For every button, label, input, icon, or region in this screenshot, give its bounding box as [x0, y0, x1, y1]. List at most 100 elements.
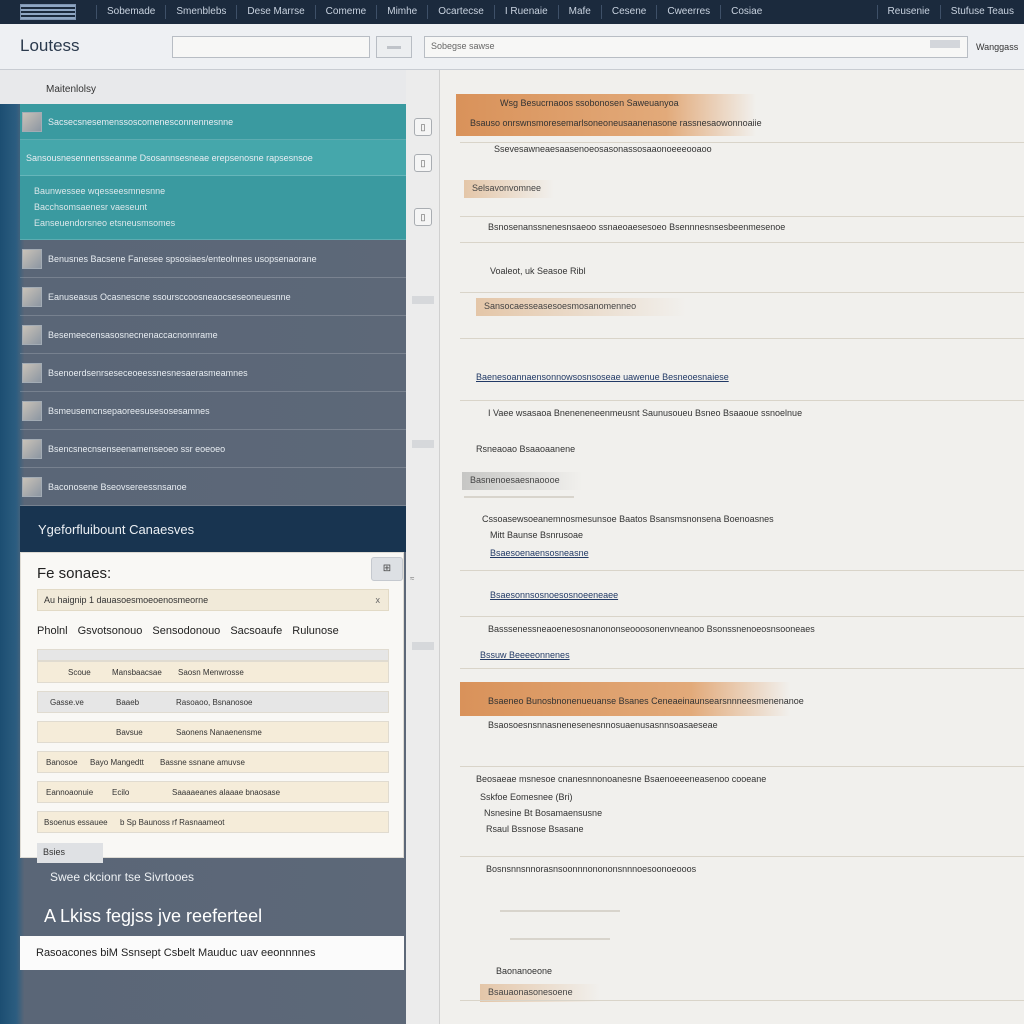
- tag-chip[interactable]: Sansocaesseasesoesmosanomenneo: [476, 298, 686, 316]
- table-cell: Bsoenus essauee: [44, 817, 108, 827]
- divider: [460, 856, 1024, 857]
- content-text: Bosnsnnsnnorasnsoonnnonononsnnnoesoonoeo…: [486, 864, 697, 874]
- table-cell: Rasoaoo, Bsnanosoe: [176, 697, 253, 707]
- list-item[interactable]: Sansousnesennensseanme Dsosannsesneae er…: [20, 140, 406, 176]
- app-logo[interactable]: [20, 4, 76, 20]
- item-thumbnail: [22, 286, 42, 307]
- item-thumbnail: [22, 111, 42, 132]
- search-input[interactable]: [172, 36, 370, 58]
- table-row-spacer: [37, 649, 389, 661]
- info-bar-text: Rasoacones biM Ssnsept Csbelt Mauduc uav…: [36, 947, 316, 959]
- divider: [460, 668, 1024, 669]
- list-item[interactable]: Bsenoerdsenrseseceoeessnesnesaerasmeamne…: [20, 354, 406, 392]
- main-search-placeholder: Sobegse sawse: [431, 41, 495, 51]
- nav-item[interactable]: Ocartecse: [427, 5, 494, 19]
- column-header[interactable]: Gsvotsonouo: [78, 625, 143, 637]
- nav-item[interactable]: Dese Marrse: [236, 5, 314, 19]
- main-search-field[interactable]: Sobegse sawse: [424, 36, 968, 58]
- nav-item-right[interactable]: Stufuse Teaus: [939, 5, 1024, 19]
- table-row[interactable]: Gasse.ve Baaeb Rasoaoo, Bsnanosoe: [37, 691, 389, 713]
- tag-chip[interactable]: Basnenoesaesnaoooe: [462, 472, 582, 490]
- nav-item[interactable]: Comeme: [314, 5, 377, 19]
- section-label: Swee ckcionr tse Sivrtooes: [50, 870, 195, 884]
- divider: [460, 1000, 1024, 1001]
- item-thumbnail: [22, 400, 42, 421]
- sidebar-heading: Maitenlolsy: [46, 84, 97, 95]
- table-cell: b Sp Baunoss rf Rasnaameot: [120, 817, 225, 827]
- content-link[interactable]: Baenesoannaensonnowsosnsoseae uawenue Be…: [476, 372, 729, 382]
- divider-mark: [412, 642, 434, 650]
- list-item[interactable]: Baunwessee wqesseesmnesnne Bacchsomsaene…: [20, 176, 406, 240]
- content-text: Ssevesawneaesaasenoeosasonassosaaonoeeeo…: [494, 144, 712, 154]
- list-item-label: Sacsecsnesemenssoscomenesconnennesnne: [48, 116, 234, 127]
- panel-heading: Fe sonaes:: [37, 565, 112, 582]
- column-headers: Pholnl Gsvotsonouo Sensodonouo Sacsoaufe…: [37, 625, 389, 637]
- nav-item[interactable]: Cosiae: [720, 5, 772, 19]
- sidebar-heading-bar: Maitenlolsy: [0, 70, 406, 104]
- table-row[interactable]: Scoue Mansbaacsae Saosn Menwrosse: [37, 661, 389, 683]
- list-item[interactable]: Benusnes Bacsene Fanesee spsosiaes/enteo…: [20, 240, 406, 278]
- nav-item[interactable]: Cesene: [600, 5, 656, 19]
- table-row[interactable]: Banosoe Bayo Mangedtt Bassne ssnane amuv…: [37, 751, 389, 773]
- heading-subtext: Bsauso onrswnsmoresemarlsoneoneusaanenas…: [470, 118, 762, 128]
- list-item[interactable]: Bsmeusemcnsepaoreesusesosesamnes: [20, 392, 406, 430]
- nav-item[interactable]: Sobemade: [96, 5, 165, 19]
- panel-title: Ygeforfluibount Canaesves: [38, 522, 195, 537]
- divider: [460, 400, 1024, 401]
- item-thumbnail: [22, 324, 42, 345]
- divider: [510, 938, 610, 940]
- table-row[interactable]: Bsoenus essauee b Sp Baunoss rf Rasnaame…: [37, 811, 389, 833]
- column-header[interactable]: Rulunose: [292, 625, 338, 637]
- table-row[interactable]: Bavsue Saonens Nanaenensme: [37, 721, 389, 743]
- content-text: I Vaee wsasaoa Bneneneneenmeusnt Saunuso…: [488, 408, 803, 418]
- panel-search-input[interactable]: Au haignip 1 dauasoesmoeoenosmeorne x: [37, 589, 389, 611]
- item-thumbnail: [22, 248, 42, 269]
- table-row[interactable]: Eannoaonuie Ecilo Saaaaeanes alaaae bnao…: [37, 781, 389, 803]
- main-content: Wsg Besucrnaoos ssobonosen Saweuanyoa Bs…: [440, 70, 1024, 1024]
- divider: [464, 496, 574, 498]
- nav-item[interactable]: I Ruenaie: [493, 5, 558, 19]
- info-bar[interactable]: Rasoacones biM Ssnsept Csbelt Mauduc uav…: [20, 936, 404, 970]
- table-cell: Eannoaonuie: [46, 787, 94, 797]
- search-panel: Fe sonaes: ⊞ Au haignip 1 dauasoesmoeoen…: [20, 552, 404, 863]
- content-link[interactable]: Bssuw Beeeeonnenes: [480, 650, 570, 660]
- pin-icon[interactable]: ▯: [414, 208, 432, 226]
- divider: [460, 242, 1024, 243]
- content-link[interactable]: Bsaesonnsosnoesosnoeeneaee: [490, 590, 618, 600]
- list-item-sublabel: Eanseuendorsneo etsneusmsomes: [34, 218, 176, 228]
- content-link[interactable]: Bsaesoenaensosneasne: [490, 548, 589, 558]
- column-header[interactable]: Pholnl: [37, 625, 68, 637]
- search-button[interactable]: [376, 36, 412, 58]
- tag-chip[interactable]: Selsavonvomnee: [464, 180, 554, 198]
- table-cell: Bavsue: [116, 727, 143, 737]
- list-item[interactable]: Baconosene Bseovsereessnsanoe: [20, 468, 406, 506]
- column-header[interactable]: Sacsoaufe: [230, 625, 282, 637]
- nav-item-right[interactable]: Reusenie: [876, 5, 940, 19]
- filter-pill[interactable]: Bsies: [37, 843, 103, 863]
- table-cell: Banosoe: [46, 757, 78, 767]
- nav-item[interactable]: Mimhe: [376, 5, 427, 19]
- panel-title-bar: Ygeforfluibount Canaesves: [20, 506, 406, 552]
- content-text: Baonanoeone: [496, 966, 553, 976]
- content-text: Mitt Baunse Bsnrusoae: [490, 530, 584, 540]
- list-item[interactable]: Eanuseasus Ocasnescne ssoursccoosneaocse…: [20, 278, 406, 316]
- nav-item[interactable]: Smenblebs: [165, 5, 236, 19]
- nav-item[interactable]: Mafe: [557, 5, 601, 19]
- content-text: Sskfoe Eomesnee (Bri): [480, 792, 573, 802]
- list-item[interactable]: Besemeecensasosnecnenaccacnonnrame: [20, 316, 406, 354]
- list-item[interactable]: Bsencsnecnsenseenamenseoeo ssr eoeoeo: [20, 430, 406, 468]
- list-item-label: Baunwessee wqesseesmnesnne: [34, 186, 166, 196]
- grid-icon[interactable]: ⊞: [371, 557, 403, 581]
- list-item[interactable]: Sacsecsnesemenssoscomenesconnennesnne: [20, 104, 406, 140]
- clear-icon[interactable]: x: [376, 595, 381, 605]
- header-right-label[interactable]: Wanggass: [976, 42, 1018, 52]
- bookmark-icon[interactable]: ▯: [414, 118, 432, 136]
- list-item-label: Sansousnesennensseanme Dsosannsesneae er…: [26, 152, 313, 163]
- copy-icon[interactable]: ▯: [414, 154, 432, 172]
- table-cell: Saosn Menwrosse: [178, 667, 244, 677]
- divider-mark: [412, 296, 434, 304]
- column-header[interactable]: Sensodonouo: [152, 625, 220, 637]
- search-option-button[interactable]: [930, 40, 960, 48]
- nav-item[interactable]: Cweerres: [656, 5, 720, 19]
- table-cell: Saonens Nanaenensme: [176, 727, 262, 737]
